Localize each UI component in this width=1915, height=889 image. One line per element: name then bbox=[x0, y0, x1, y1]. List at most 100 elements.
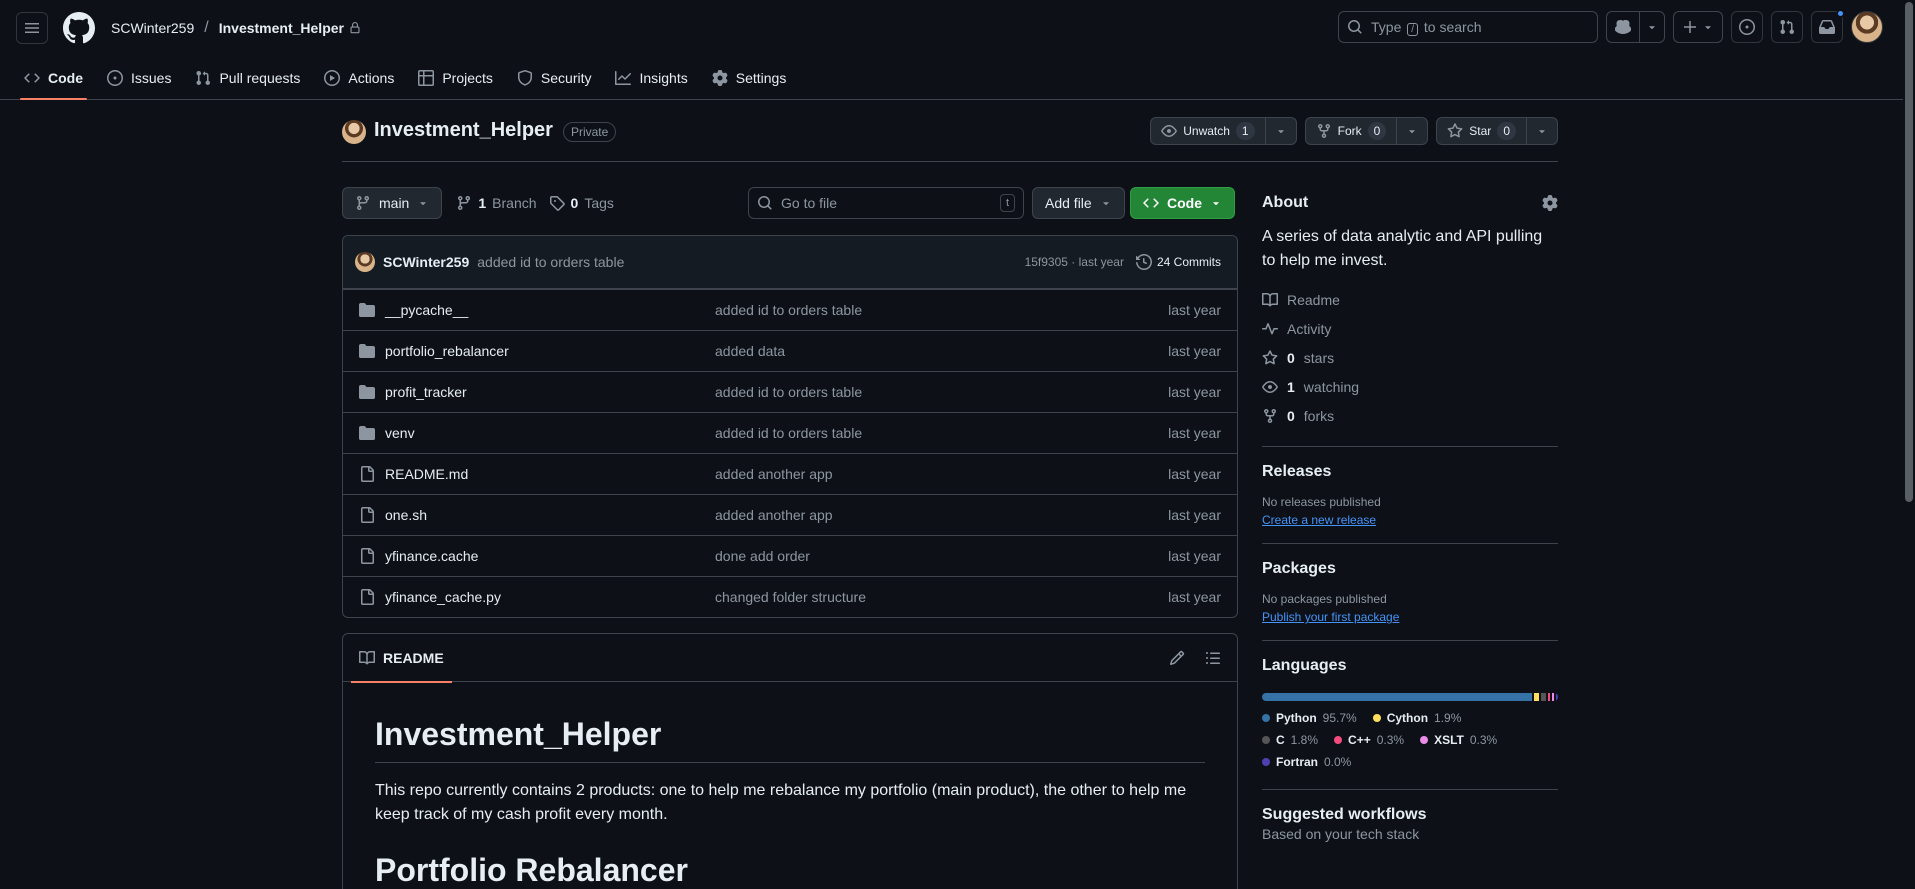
readme-link[interactable]: Readme bbox=[1262, 285, 1558, 314]
star-button[interactable]: Star 0 bbox=[1436, 117, 1558, 145]
issues-button[interactable] bbox=[1731, 11, 1763, 43]
tab-projects[interactable]: Projects bbox=[410, 55, 501, 100]
tab-security[interactable]: Security bbox=[509, 55, 600, 100]
notifications-button[interactable] bbox=[1811, 9, 1845, 43]
file-commit-message[interactable]: changed folder structure bbox=[715, 589, 866, 605]
language-item[interactable]: Cython 1.9% bbox=[1372, 707, 1461, 729]
scrollbar-thumb[interactable] bbox=[1905, 2, 1913, 502]
releases-title[interactable]: Releases bbox=[1262, 463, 1558, 481]
table-row[interactable]: venv added id to orders table last year bbox=[343, 412, 1237, 453]
table-row[interactable]: profit_tracker added id to orders table … bbox=[343, 371, 1237, 412]
forks-link[interactable]: 0 forks bbox=[1262, 401, 1558, 430]
pencil-icon[interactable] bbox=[1169, 650, 1185, 666]
stars-label: stars bbox=[1303, 349, 1335, 366]
table-row[interactable]: __pycache__ added id to orders table las… bbox=[343, 289, 1237, 330]
branches-link[interactable]: 1 Branch bbox=[456, 195, 537, 211]
table-row[interactable]: yfinance_cache.py changed folder structu… bbox=[343, 576, 1237, 617]
repo-link[interactable]: Investment_Helper bbox=[219, 20, 344, 36]
publish-package-link[interactable]: Publish your first package bbox=[1262, 610, 1399, 624]
fork-button[interactable]: Fork 0 bbox=[1304, 117, 1429, 145]
avatar[interactable] bbox=[1851, 11, 1883, 43]
search-placeholder: Type / to search bbox=[1371, 18, 1482, 36]
chevron-down-icon[interactable] bbox=[1639, 12, 1664, 42]
language-item[interactable]: Fortran 0.0% bbox=[1262, 751, 1351, 773]
unwatch-button[interactable]: Unwatch 1 bbox=[1150, 117, 1297, 145]
language-bar-segment bbox=[1262, 693, 1532, 701]
commit-hash-date[interactable]: 15f9305 · last year bbox=[1025, 255, 1124, 269]
file-commit-message[interactable]: added id to orders table bbox=[715, 384, 862, 400]
owner-link[interactable]: SCWinter259 bbox=[111, 20, 194, 36]
activity-link[interactable]: Activity bbox=[1262, 314, 1558, 343]
file-toolbar: main 1 Branch 0 Tags Go to file t Add fi… bbox=[342, 187, 1238, 219]
file-name[interactable]: yfinance.cache bbox=[385, 548, 715, 564]
chevron-down-icon[interactable] bbox=[1396, 118, 1427, 144]
github-logo-icon[interactable] bbox=[63, 11, 95, 44]
folder-icon bbox=[359, 384, 375, 400]
packages-title[interactable]: Packages bbox=[1262, 560, 1558, 578]
table-row[interactable]: one.sh added another app last year bbox=[343, 494, 1237, 535]
file-name[interactable]: profit_tracker bbox=[385, 384, 715, 400]
star-main[interactable]: Star 0 bbox=[1437, 118, 1526, 144]
menu-button[interactable] bbox=[16, 11, 48, 44]
tab-pull-requests[interactable]: Pull requests bbox=[187, 55, 308, 100]
tab-readme[interactable]: README bbox=[351, 634, 452, 683]
code-button[interactable]: Code bbox=[1130, 187, 1235, 219]
tab-code[interactable]: Code bbox=[16, 55, 91, 100]
avatar[interactable] bbox=[355, 252, 375, 272]
file-name[interactable]: README.md bbox=[385, 466, 715, 482]
chevron-down-icon[interactable] bbox=[1526, 118, 1557, 144]
file-name[interactable]: __pycache__ bbox=[385, 302, 715, 318]
language-name: C bbox=[1276, 733, 1285, 747]
search-input[interactable]: Type / to search bbox=[1338, 11, 1598, 43]
page-title[interactable]: Investment_Helper bbox=[374, 119, 553, 142]
add-file-button[interactable]: Add file bbox=[1032, 187, 1125, 219]
copilot-icon[interactable] bbox=[1607, 12, 1639, 42]
file-name[interactable]: venv bbox=[385, 425, 715, 441]
commits-link[interactable]: 24 Commits bbox=[1135, 254, 1221, 270]
file-name[interactable]: yfinance_cache.py bbox=[385, 589, 715, 605]
file-commit-message[interactable]: done add order bbox=[715, 548, 810, 564]
watchers-link[interactable]: 1 watching bbox=[1262, 372, 1558, 401]
tab-issues[interactable]: Issues bbox=[99, 55, 179, 100]
file-name[interactable]: one.sh bbox=[385, 507, 715, 523]
page-scrollbar[interactable] bbox=[1903, 0, 1915, 889]
table-row[interactable]: yfinance.cache done add order last year bbox=[343, 535, 1237, 576]
tab-actions[interactable]: Actions bbox=[316, 55, 402, 100]
create-new-button[interactable] bbox=[1673, 11, 1723, 43]
stars-link[interactable]: 0 stars bbox=[1262, 343, 1558, 372]
language-item[interactable]: C 1.8% bbox=[1262, 729, 1318, 751]
chevron-down-icon[interactable] bbox=[1264, 118, 1296, 144]
go-to-file-input[interactable]: Go to file t bbox=[748, 187, 1024, 219]
language-item[interactable]: XSLT 0.3% bbox=[1420, 729, 1497, 751]
tags-link[interactable]: 0 Tags bbox=[549, 195, 614, 211]
language-item[interactable]: C++ 0.3% bbox=[1334, 729, 1404, 751]
plus-icon[interactable] bbox=[1674, 12, 1722, 42]
pull-requests-button[interactable] bbox=[1771, 11, 1803, 43]
file-name[interactable]: portfolio_rebalancer bbox=[385, 343, 715, 359]
language-item[interactable]: Python 95.7% bbox=[1262, 707, 1357, 729]
commit-author[interactable]: SCWinter259 bbox=[383, 254, 469, 270]
file-commit-message[interactable]: added id to orders table bbox=[715, 302, 862, 318]
avatar[interactable] bbox=[342, 120, 366, 144]
languages-section: Languages Python 95.7% Cython 1.9% C 1.8% C++ 0… bbox=[1262, 640, 1558, 773]
tab-settings[interactable]: Settings bbox=[704, 55, 795, 100]
git-pull-request-icon bbox=[1780, 20, 1794, 35]
table-row[interactable]: README.md added another app last year bbox=[343, 453, 1237, 494]
copilot-button[interactable] bbox=[1606, 11, 1665, 43]
table-row[interactable]: portfolio_rebalancer added data last yea… bbox=[343, 330, 1237, 371]
file-commit-message[interactable]: added another app bbox=[715, 466, 833, 482]
file-commit-message[interactable]: added data bbox=[715, 343, 785, 359]
branch-select[interactable]: main bbox=[342, 187, 443, 219]
commit-message[interactable]: added id to orders table bbox=[477, 254, 624, 270]
file-commit-message[interactable]: added id to orders table bbox=[715, 425, 862, 441]
unwatch-main[interactable]: Unwatch 1 bbox=[1151, 118, 1264, 144]
language-list: Python 95.7% Cython 1.9% C 1.8% C++ 0.3% XSLT 0.3… bbox=[1262, 707, 1558, 773]
tab-insights[interactable]: Insights bbox=[607, 55, 695, 100]
fork-label: Fork bbox=[1337, 124, 1362, 138]
file-commit-message[interactable]: added another app bbox=[715, 507, 833, 523]
create-release-link[interactable]: Create a new release bbox=[1262, 513, 1376, 527]
language-bar-segment bbox=[1533, 693, 1539, 701]
gear-icon[interactable] bbox=[1542, 195, 1558, 211]
fork-main[interactable]: Fork 0 bbox=[1306, 118, 1397, 144]
list-unordered-icon[interactable] bbox=[1205, 650, 1221, 666]
